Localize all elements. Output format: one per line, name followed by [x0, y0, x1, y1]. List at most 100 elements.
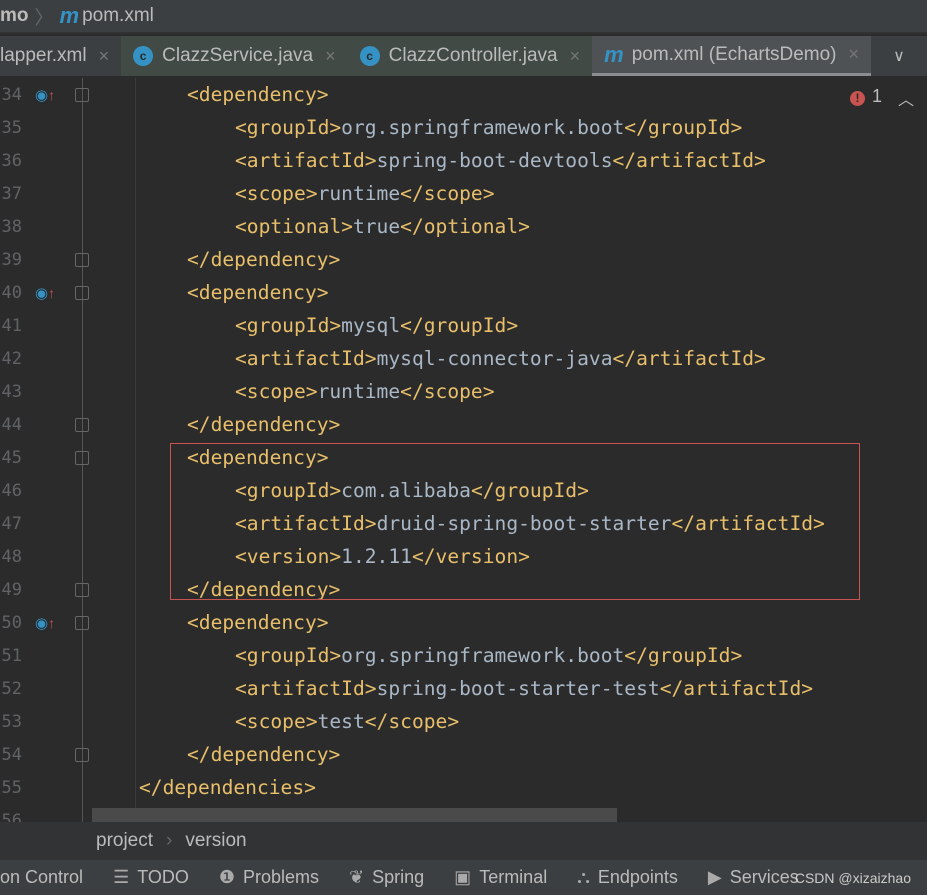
tab-1[interactable]: c ClazzService.java ×	[121, 36, 348, 76]
close-icon[interactable]: ×	[99, 46, 110, 67]
breadcrumb-file[interactable]: pom.xml	[82, 5, 154, 27]
crumb-project[interactable]: project	[96, 830, 153, 852]
code-text: <optional>true</optional>	[235, 215, 530, 238]
tool-window-bar: on Control ☰ TODO ❶ Problems ❦ Spring ▣ Terminal…	[0, 860, 927, 895]
fold-icon[interactable]	[75, 615, 89, 630]
chevron-up-icon[interactable]: ︿	[898, 86, 914, 110]
watermark: CSDN @xizaizhao	[794, 870, 911, 886]
code-line: 38 <optional>true</optional>	[0, 210, 927, 243]
fold-icon[interactable]	[75, 285, 89, 300]
tab-3[interactable]: m pom.xml (EchartsDemo) ×	[592, 36, 872, 76]
structure-breadcrumb: project › version	[0, 822, 927, 860]
code-line: 40 ◉↑ <dependency>	[0, 276, 927, 309]
chevron-down-icon[interactable]: ∨	[871, 36, 927, 76]
fold-icon[interactable]	[75, 747, 89, 762]
maven-m-icon: m	[59, 3, 80, 28]
services-icon: ▶	[707, 867, 722, 887]
line-number: 55	[1, 777, 22, 798]
maven-m-icon: m	[604, 41, 624, 67]
code-line: 41 <groupId>mysql</groupId>	[0, 309, 927, 342]
code-text: <artifactId>mysql-connector-java</artifa…	[235, 347, 766, 370]
code-line: 36 <artifactId>spring-boot-devtools</arti…	[0, 144, 927, 177]
tool-label: Services	[729, 867, 799, 887]
line-number: 43	[1, 381, 22, 402]
tab-0[interactable]: lapper.xml ×	[0, 36, 122, 76]
code-text: <scope>runtime</scope>	[235, 380, 495, 403]
code-line: 44 </dependency>	[0, 408, 927, 441]
tool-window-0[interactable]: on Control	[0, 867, 83, 888]
code-text: <groupId>org.springframework.boot</group…	[235, 116, 743, 139]
fold-icon[interactable]	[75, 450, 89, 465]
code-text: <groupId>mysql</groupId>	[235, 314, 519, 337]
chevron-right-icon: 〉	[34, 7, 54, 29]
code-line: 52 <artifactId>spring-boot-starter-test</…	[0, 672, 927, 705]
override-marker-icon[interactable]: ◉↑	[35, 284, 55, 302]
line-number: 53	[1, 711, 22, 732]
line-number: 48	[1, 546, 22, 567]
tool-label: Endpoints	[597, 867, 678, 887]
code-line: 50 ◉↑ <dependency>	[0, 606, 927, 639]
code-line: 51 <groupId>org.springframework.boot</gro…	[0, 639, 927, 672]
tool-window-1[interactable]: ☰ TODO	[113, 867, 189, 888]
code-text: <scope>runtime</scope>	[235, 182, 495, 205]
highlight-box	[170, 443, 860, 600]
line-number: 41	[1, 315, 22, 336]
code-text: </dependency>	[187, 743, 341, 766]
line-number: 34	[1, 84, 22, 105]
fold-icon[interactable]	[75, 87, 89, 102]
close-icon[interactable]: ×	[570, 46, 581, 67]
code-line: 54 </dependency>	[0, 738, 927, 771]
line-number: 44	[1, 414, 22, 435]
code-text: <groupId>org.springframework.boot</group…	[235, 644, 743, 667]
spring-leaf-icon: ❦	[349, 867, 365, 887]
override-marker-icon[interactable]: ◉↑	[35, 86, 55, 104]
code-text: <scope>test</scope>	[235, 710, 460, 733]
code-line: 43 <scope>runtime</scope>	[0, 375, 927, 408]
override-marker-icon[interactable]: ◉↑	[35, 614, 55, 632]
code-text: </dependencies>	[139, 776, 316, 799]
fold-icon[interactable]	[75, 417, 89, 432]
class-icon: c	[133, 46, 154, 66]
line-number: 40	[1, 282, 22, 303]
line-number: 42	[1, 348, 22, 369]
line-number: 49	[1, 579, 22, 600]
fold-icon[interactable]	[75, 252, 89, 267]
problems-icon: ❶	[218, 867, 236, 887]
list-icon: ☰	[113, 867, 130, 887]
line-number: 38	[1, 216, 22, 237]
code-text: <artifactId>spring-boot-starter-test</ar…	[235, 677, 814, 700]
line-number: 46	[1, 480, 22, 501]
line-number: 35	[1, 117, 22, 138]
navigation-bar: mo 〉 m pom.xml	[0, 0, 927, 34]
breadcrumb-project[interactable]: mo	[0, 5, 29, 27]
code-line: 39 </dependency>	[0, 243, 927, 276]
code-editor[interactable]: 34 ◉↑ <dependency> 35 <groupId>org.springfra…	[0, 78, 927, 822]
tool-window-3[interactable]: ❦ Spring	[349, 867, 424, 888]
code-line: 55 </dependencies>	[0, 771, 927, 804]
class-icon: c	[359, 46, 380, 66]
code-text: <artifactId>spring-boot-devtools</artifa…	[235, 149, 766, 172]
tool-window-5[interactable]: ⛬ Endpoints	[577, 867, 678, 888]
crumb-version[interactable]: version	[185, 830, 246, 852]
code-line: 37 <scope>runtime</scope>	[0, 177, 927, 210]
tab-label: lapper.xml	[0, 45, 87, 66]
tool-window-4[interactable]: ▣ Terminal	[454, 867, 547, 888]
close-icon[interactable]: ×	[325, 46, 336, 67]
code-text: <dependency>	[187, 281, 329, 304]
tool-label: Spring	[372, 867, 425, 887]
tool-window-6[interactable]: ▶ Services	[708, 867, 799, 888]
tab-2[interactable]: c ClazzController.java ×	[347, 36, 593, 76]
fold-icon[interactable]	[75, 582, 89, 597]
tool-window-2[interactable]: ❶ Problems	[219, 867, 319, 888]
code-text: </dependency>	[187, 248, 341, 271]
line-number: 39	[1, 249, 22, 270]
line-number: 47	[1, 513, 22, 534]
tool-label: Problems	[243, 867, 320, 887]
editor-tabs: lapper.xml × c ClazzService.java × c ClazzCont…	[0, 36, 927, 76]
tool-label: on Control	[0, 867, 84, 887]
tab-label: pom.xml (EchartsDemo)	[631, 43, 837, 65]
horizontal-scrollbar[interactable]	[92, 808, 617, 822]
line-number: 50	[1, 612, 22, 633]
error-indicator[interactable]: ! 1	[850, 86, 882, 107]
close-icon[interactable]: ×	[849, 44, 860, 65]
